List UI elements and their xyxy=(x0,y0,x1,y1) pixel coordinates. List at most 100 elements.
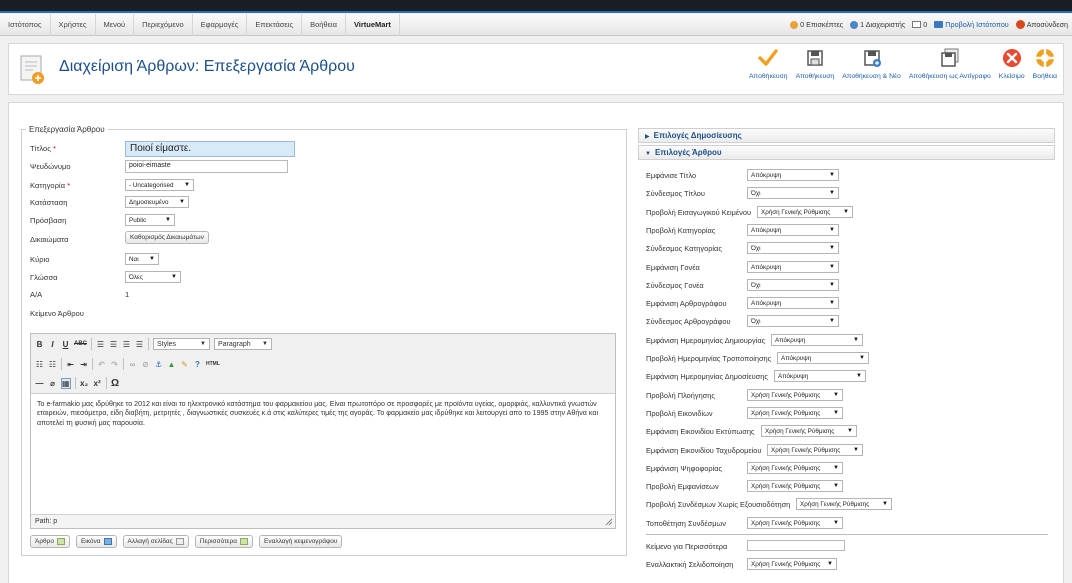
redo-icon[interactable]: ↷ xyxy=(110,360,119,369)
close-button[interactable]: Κλείσιμο xyxy=(995,48,1029,80)
readmore-button[interactable]: Περισσότερα xyxy=(194,535,254,548)
publishing-options-panel[interactable]: ▶ Επιλογές Δημοσίευσης xyxy=(638,128,1055,143)
lifebuoy-icon xyxy=(1035,49,1054,67)
menu-users[interactable]: Χρήστες xyxy=(51,13,96,36)
visual-aid-icon[interactable]: ▦ xyxy=(61,377,71,389)
align-justify-icon[interactable]: ☰ xyxy=(135,340,144,349)
option-select[interactable]: Χρήση Γενικής Ρύθμισης ▼ xyxy=(747,389,843,401)
styles-dropdown[interactable]: Styles ▼ xyxy=(153,338,210,350)
menu-site[interactable]: Ιστότοπος xyxy=(0,13,51,36)
save-new-button[interactable]: Αποθήκευση & Νέο xyxy=(838,48,905,80)
option-select[interactable]: Χρήση Γενικής Ρύθμισης ▼ xyxy=(747,462,843,474)
save-label: Αποθήκευση xyxy=(749,73,788,80)
option-select[interactable]: Χρήση Γενικής Ρύθμισης ▼ xyxy=(767,444,863,456)
numbered-list-icon[interactable]: ☷ xyxy=(48,360,57,369)
option-select[interactable]: Χρήση Γενικής Ρύθμισης ▼ xyxy=(796,498,892,510)
menu-menus[interactable]: Μενού xyxy=(96,13,135,36)
save-button[interactable]: Αποθήκευση xyxy=(745,48,792,80)
menu-content[interactable]: Περιεχόμενο xyxy=(134,13,193,36)
set-permissions-button[interactable]: Καθορισμός Δικαιωμάτων xyxy=(125,231,209,244)
state-select[interactable]: Δημοσιευμένο ▼ xyxy=(125,196,189,208)
title-input[interactable]: Ποιοί είμαστε. xyxy=(125,141,295,157)
save-close-button[interactable]: Αποθήκευση xyxy=(792,48,839,80)
title-label: Τίτλος * xyxy=(30,144,56,153)
resize-grip-icon[interactable] xyxy=(605,518,613,526)
option-select[interactable]: Χρήση Γενικής Ρύθμισης ▼ xyxy=(747,407,843,419)
view-site-link[interactable]: Προβολή Ιστότοπου xyxy=(934,20,1009,29)
menu-components[interactable]: Εφαρμογές xyxy=(193,13,248,36)
article-options-header[interactable]: ▼ Επιλογές Άρθρου xyxy=(638,145,1055,160)
option-select[interactable]: Όχι ▼ xyxy=(747,242,839,254)
cleanup-icon[interactable]: ✎ xyxy=(180,360,189,369)
bold-button[interactable]: B xyxy=(35,340,44,349)
superscript-icon[interactable]: x² xyxy=(93,379,102,388)
align-right-icon[interactable]: ☰ xyxy=(122,340,131,349)
language-select[interactable]: Όλες ▼ xyxy=(125,271,181,283)
option-select[interactable]: Απόκρυψη ▼ xyxy=(774,370,866,382)
bullet-list-icon[interactable]: ☷ xyxy=(35,360,44,369)
strikethrough-button[interactable]: ABC xyxy=(74,341,87,347)
alt-layout-select[interactable]: Χρήση Γενικής Ρύθμισης ▼ xyxy=(747,558,837,570)
option-label: Εμφάνιση Ημερομηνίας Δημοσίευσης xyxy=(646,372,768,381)
image-icon[interactable]: ▲ xyxy=(167,360,176,369)
toggle-editor-button[interactable]: Εναλλαγή κειμενογράφου xyxy=(259,535,343,548)
visitors-status[interactable]: 0 Επισκέπτες xyxy=(790,20,843,29)
option-select[interactable]: Απόκρυψη ▼ xyxy=(777,352,869,364)
align-left-icon[interactable]: ☰ xyxy=(96,340,105,349)
expand-arrow-icon: ▶ xyxy=(645,134,650,140)
help-button[interactable]: Βοήθεια xyxy=(1029,48,1061,80)
close-icon xyxy=(1002,49,1021,67)
special-character-icon[interactable]: Ω xyxy=(111,378,120,389)
editor-content[interactable]: Το e-farmakio μας ιδρύθηκε το 2012 και ε… xyxy=(37,400,611,428)
menu-virtuemart[interactable]: VirtueMart xyxy=(346,13,400,36)
option-select[interactable]: Απόκρυψη ▼ xyxy=(771,334,863,346)
paragraph-dropdown[interactable]: Paragraph ▼ xyxy=(214,338,272,350)
unlink-icon[interactable]: ⊘ xyxy=(141,360,150,369)
option-select[interactable]: Όχι ▼ xyxy=(747,279,839,291)
indent-icon[interactable]: ⇥ xyxy=(79,360,88,369)
option-select[interactable]: Όχι ▼ xyxy=(747,187,839,199)
option-select[interactable]: Απόκρυψη ▼ xyxy=(747,297,839,309)
option-select[interactable]: Απόκρυψη ▼ xyxy=(747,261,839,273)
remove-format-icon[interactable]: ⌀ xyxy=(48,379,57,388)
option-label: Εμφάνιση Ψηφοφορίας xyxy=(646,464,723,473)
option-select[interactable]: Χρήση Γενικής Ρύθμισης ▼ xyxy=(747,517,843,529)
italic-button[interactable]: I xyxy=(48,340,57,349)
option-select[interactable]: Απόκρυψη ▼ xyxy=(747,169,839,181)
article-button[interactable]: Άρθρο xyxy=(30,535,70,548)
option-select[interactable]: Όχι ▼ xyxy=(747,315,839,327)
featured-select[interactable]: Ναι ▼ xyxy=(125,253,159,265)
option-select[interactable]: Χρήση Γενικής Ρύθμισης ▼ xyxy=(747,480,843,492)
subscript-icon[interactable]: x₂ xyxy=(80,379,89,388)
admins-icon xyxy=(850,20,859,29)
logout-link[interactable]: Αποσύνδεση xyxy=(1015,20,1068,29)
readmore-text-input[interactable] xyxy=(747,540,845,551)
option-select[interactable]: Απόκρυψη ▼ xyxy=(747,224,839,236)
save-copy-button[interactable]: Αποθήκευση ως Αντίγραφο xyxy=(905,48,995,80)
access-select[interactable]: Public ▼ xyxy=(125,214,175,226)
pagebreak-button[interactable]: Αλλαγή σελίδας xyxy=(122,535,189,548)
category-select[interactable]: - Uncategorised ▼ xyxy=(125,179,194,191)
outdent-icon[interactable]: ⇤ xyxy=(66,360,75,369)
publishing-options-header[interactable]: ▶ Επιλογές Δημοσίευσης xyxy=(638,128,1055,143)
article-options-panel[interactable]: ▼ Επιλογές Άρθρου xyxy=(638,145,1055,160)
align-center-icon[interactable]: ☰ xyxy=(109,340,118,349)
anchor-icon[interactable]: ⚓ xyxy=(154,360,163,369)
undo-icon[interactable]: ↶ xyxy=(97,360,106,369)
admins-status[interactable]: 1 Διαχειριστής xyxy=(850,20,905,29)
horizontal-rule-icon[interactable]: — xyxy=(35,379,44,388)
help-icon[interactable]: ? xyxy=(193,360,202,369)
messages-status[interactable]: 0 xyxy=(912,20,927,29)
save-copy-label: Αποθήκευση ως Αντίγραφο xyxy=(908,73,991,80)
html-source-button[interactable]: HTML xyxy=(206,361,220,367)
messages-count: 0 xyxy=(923,20,928,29)
option-select[interactable]: Χρήση Γενικής Ρύθμισης ▼ xyxy=(761,425,857,437)
option-select[interactable]: Χρήση Γενικής Ρύθμισης ▼ xyxy=(757,206,853,218)
menu-help[interactable]: Βοήθεια xyxy=(302,13,346,36)
alias-input[interactable]: poioi-eimaste xyxy=(125,160,288,173)
option-label: Εμφάνιση Ημερομηνίας Δημιουργίας xyxy=(646,336,766,345)
link-icon[interactable]: ∞ xyxy=(128,360,137,369)
image-button[interactable]: Εικόνα xyxy=(75,535,117,548)
underline-button[interactable]: U xyxy=(61,340,70,349)
menu-extensions[interactable]: Επεκτάσεις xyxy=(247,13,303,36)
